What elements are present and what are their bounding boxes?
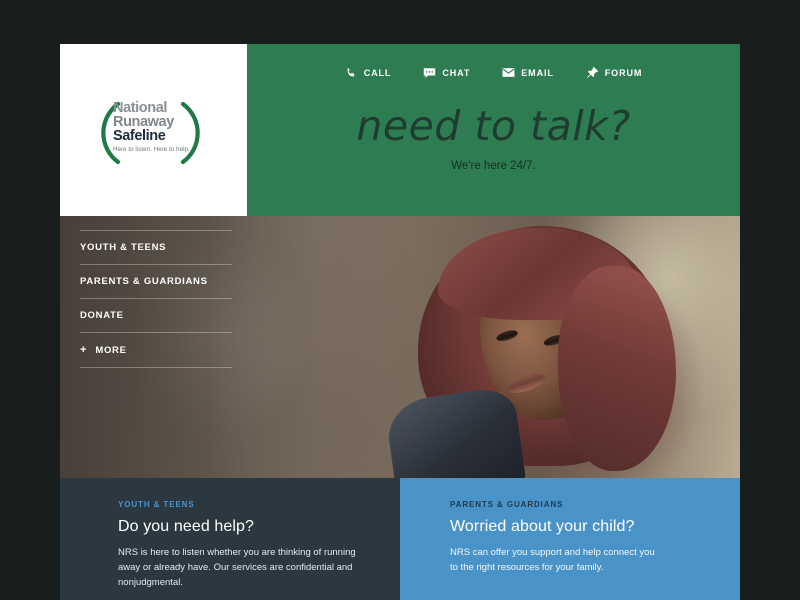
sidebar-item-youth-and-teens[interactable]: YOUTH & TEENS bbox=[80, 230, 232, 264]
promo-card-parents[interactable]: PARENTS & GUARDIANS Worried about your c… bbox=[400, 478, 740, 600]
utility-nav-label-email: EMAIL bbox=[521, 67, 554, 78]
logo-line-safeline: Safeline bbox=[113, 128, 166, 144]
promo-card-youth[interactable]: YOUTH & TEENS Do you need help? NRS is h… bbox=[60, 478, 400, 600]
sidebar-item-label: DONATE bbox=[80, 310, 124, 321]
promo-card-eyebrow: YOUTH & TEENS bbox=[118, 500, 195, 509]
utility-nav-label-forum: FORUM bbox=[604, 67, 643, 78]
utility-nav-item-forum[interactable]: FORUM bbox=[586, 66, 643, 79]
plus-icon: + bbox=[80, 344, 88, 356]
utility-nav-item-chat[interactable]: CHAT bbox=[423, 66, 470, 79]
site-logo[interactable]: National Runaway Safeline Here to listen… bbox=[88, 94, 213, 172]
utility-nav-label-chat: CHAT bbox=[442, 67, 471, 78]
chat-bubble-icon bbox=[423, 66, 436, 79]
green-header: CALL CHAT EMAIL FORUM need to talk? We'r… bbox=[247, 44, 740, 216]
sidebar-nav: YOUTH & TEENS PARENTS & GUARDIANS DONATE… bbox=[80, 230, 232, 368]
sidebar-item-more[interactable]: + MORE bbox=[80, 332, 232, 368]
sidebar-item-label: PARENTS & GUARDIANS bbox=[80, 276, 208, 287]
logo-line-runaway: Runaway bbox=[113, 114, 174, 130]
hero-subhead: We're here 24/7. bbox=[451, 160, 536, 172]
logo-panel: National Runaway Safeline Here to listen… bbox=[60, 44, 247, 216]
sidebar-item-label: YOUTH & TEENS bbox=[80, 242, 167, 253]
sidebar-item-donate[interactable]: DONATE bbox=[80, 298, 232, 332]
logo-line-national: National bbox=[113, 100, 167, 116]
utility-nav-item-email[interactable]: EMAIL bbox=[502, 66, 554, 79]
logo-wordmark: National Runaway Safeline Here to listen… bbox=[113, 101, 213, 153]
phone-icon bbox=[345, 66, 358, 79]
promo-card-title: Worried about your child? bbox=[450, 518, 635, 535]
hero-photo-section: YOUTH & TEENS PARENTS & GUARDIANS DONATE… bbox=[60, 216, 740, 478]
sidebar-item-label: MORE bbox=[95, 345, 127, 356]
pushpin-icon bbox=[586, 66, 599, 79]
promo-card-eyebrow: PARENTS & GUARDIANS bbox=[450, 500, 564, 509]
sidebar-item-parents-and-guardians[interactable]: PARENTS & GUARDIANS bbox=[80, 264, 232, 298]
envelope-icon bbox=[502, 66, 515, 79]
promo-card-body: NRS is here to listen whether you are th… bbox=[118, 547, 356, 588]
utility-nav: CALL CHAT EMAIL FORUM bbox=[247, 66, 740, 79]
promo-card-body: NRS can offer you support and help conne… bbox=[450, 547, 655, 573]
website-frame: National Runaway Safeline Here to listen… bbox=[60, 44, 740, 600]
top-band: National Runaway Safeline Here to listen… bbox=[60, 44, 740, 216]
logo-tagline: Here to listen. Here to help. bbox=[113, 145, 190, 153]
page-root: National Runaway Safeline Here to listen… bbox=[0, 0, 800, 600]
utility-nav-label-call: CALL bbox=[363, 67, 392, 78]
hero-headline: need to talk? bbox=[356, 102, 631, 150]
promo-card-title: Do you need help? bbox=[118, 518, 255, 535]
utility-nav-item-call[interactable]: CALL bbox=[345, 66, 392, 79]
promo-cards: YOUTH & TEENS Do you need help? NRS is h… bbox=[60, 478, 740, 600]
